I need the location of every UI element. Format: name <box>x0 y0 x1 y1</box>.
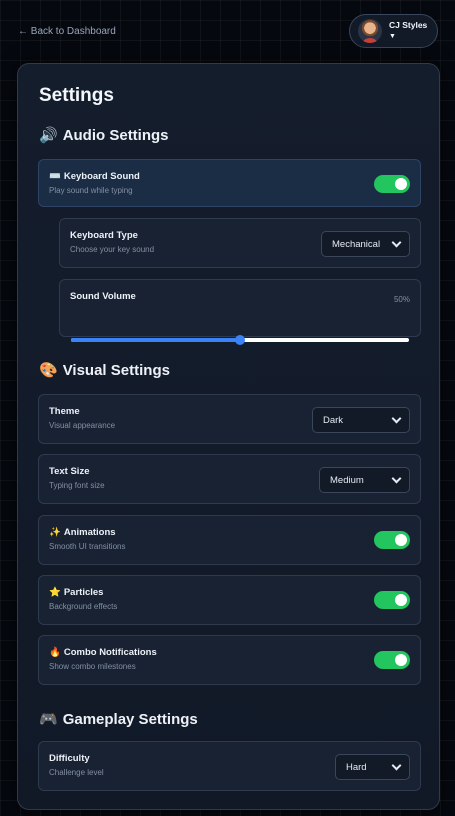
star-icon: ⭐ <box>49 587 61 598</box>
chevron-down-icon <box>391 473 402 484</box>
user-menu-button[interactable]: CJ Styles ▼ <box>349 14 438 48</box>
toggle-knob <box>395 594 407 606</box>
row-title: Particles <box>63 587 104 598</box>
gamepad-icon: 🎮 <box>39 710 58 728</box>
row-subtitle: Visual appearance <box>49 421 116 430</box>
particles-row: ⭐ Particles Background effects <box>38 575 421 625</box>
sound-volume-row: Sound Volume 50% <box>59 279 421 345</box>
section-title: Visual Settings <box>62 361 170 379</box>
difficulty-row: Difficulty Challenge level Hard <box>38 741 421 791</box>
back-to-dashboard-link[interactable]: ← Back to Dashboard <box>18 26 116 37</box>
theme-select[interactable]: Dark <box>312 407 410 433</box>
speaker-icon: 🔊 <box>39 126 58 144</box>
fire-icon: 🔥 <box>49 647 61 658</box>
settings-panel: Settings 🔊 Audio Settings ⌨️ Keyboard So… <box>17 63 440 810</box>
chevron-down-icon: ▼ <box>389 33 396 40</box>
row-title: Text Size <box>49 466 90 477</box>
row-subtitle: Smooth UI transitions <box>49 542 126 551</box>
audio-settings-heading: 🔊 Audio Settings <box>39 126 169 144</box>
row-title: Theme <box>49 406 80 417</box>
combo-notifications-toggle[interactable] <box>374 651 410 669</box>
toggle-knob <box>395 654 407 666</box>
section-title: Gameplay Settings <box>62 710 198 728</box>
text-size-row: Text Size Typing font size Medium <box>38 454 421 504</box>
particles-toggle[interactable] <box>374 591 410 609</box>
animations-toggle[interactable] <box>374 531 410 549</box>
sparkles-icon: ✨ <box>49 527 61 538</box>
keyboard-type-select[interactable]: Mechanical <box>321 231 410 257</box>
animations-row: ✨ Animations Smooth UI transitions <box>38 515 421 565</box>
page-title: Settings <box>39 85 114 106</box>
volume-slider[interactable] <box>71 335 409 345</box>
keyboard-sound-toggle[interactable] <box>374 175 410 193</box>
chevron-down-icon <box>391 413 402 424</box>
chevron-down-icon <box>391 760 402 771</box>
row-subtitle: Play sound while typing <box>49 186 133 195</box>
toggle-knob <box>395 178 407 190</box>
gameplay-settings-heading: 🎮 Gameplay Settings <box>39 710 198 728</box>
row-title: Animations <box>63 527 116 538</box>
select-value: Hard <box>346 761 367 773</box>
text-size-select[interactable]: Medium <box>319 467 410 493</box>
combo-notifications-row: 🔥 Combo Notifications Show combo milesto… <box>38 635 421 685</box>
theme-row: Theme Visual appearance Dark <box>38 394 421 444</box>
user-name: CJ Styles <box>389 20 428 30</box>
keyboard-sound-row: ⌨️ Keyboard Sound Play sound while typin… <box>38 159 421 207</box>
row-title: Sound Volume <box>70 291 136 302</box>
row-subtitle: Background effects <box>49 602 118 611</box>
row-subtitle: Choose your key sound <box>70 245 155 254</box>
row-title: Keyboard Type <box>70 230 138 241</box>
keyboard-type-row: Keyboard Type Choose your key sound Mech… <box>59 218 421 268</box>
row-title: Difficulty <box>49 753 90 764</box>
difficulty-select[interactable]: Hard <box>335 754 410 780</box>
volume-value: 50% <box>393 295 410 304</box>
toggle-knob <box>395 534 407 546</box>
visual-settings-heading: 🎨 Visual Settings <box>39 361 170 379</box>
palette-icon: 🎨 <box>39 361 58 379</box>
slider-fill <box>71 338 240 342</box>
avatar-icon <box>358 19 382 43</box>
select-value: Mechanical <box>332 238 381 250</box>
section-title: Audio Settings <box>62 126 169 144</box>
row-subtitle: Show combo milestones <box>49 662 136 671</box>
row-subtitle: Challenge level <box>49 768 104 777</box>
chevron-down-icon <box>391 237 402 248</box>
select-value: Dark <box>323 414 344 426</box>
keyboard-icon: ⌨️ <box>49 171 61 182</box>
row-title: Keyboard Sound <box>63 171 140 182</box>
row-subtitle: Typing font size <box>49 481 105 490</box>
slider-thumb[interactable] <box>235 335 245 345</box>
row-title: Combo Notifications <box>63 647 157 658</box>
select-value: Medium <box>330 474 364 486</box>
